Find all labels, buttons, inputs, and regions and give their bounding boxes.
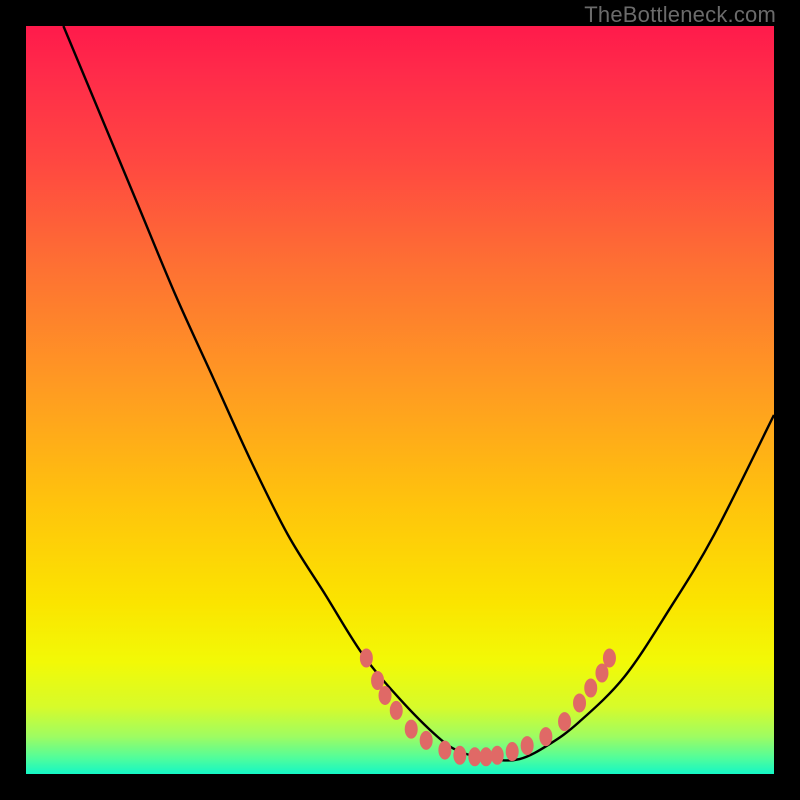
bottleneck-curve <box>63 26 774 760</box>
curve-svg <box>26 26 774 774</box>
data-dot <box>480 747 493 766</box>
data-dot <box>539 727 552 746</box>
data-dot <box>584 678 597 697</box>
chart-frame: TheBottleneck.com <box>0 0 800 800</box>
data-dot <box>379 686 392 705</box>
data-dot <box>603 649 616 668</box>
watermark-text: TheBottleneck.com <box>584 2 776 28</box>
data-dot <box>491 746 504 765</box>
plot-area <box>26 26 774 774</box>
data-dot <box>360 649 373 668</box>
data-dot <box>506 742 519 761</box>
data-dot <box>390 701 403 720</box>
data-dot <box>405 720 418 739</box>
data-dot <box>558 712 571 731</box>
data-dot <box>573 693 586 712</box>
data-dot <box>468 747 481 766</box>
data-dot <box>453 746 466 765</box>
curve-dots <box>360 649 616 767</box>
data-dot <box>420 731 433 750</box>
data-dot <box>438 741 451 760</box>
data-dot <box>521 736 534 755</box>
